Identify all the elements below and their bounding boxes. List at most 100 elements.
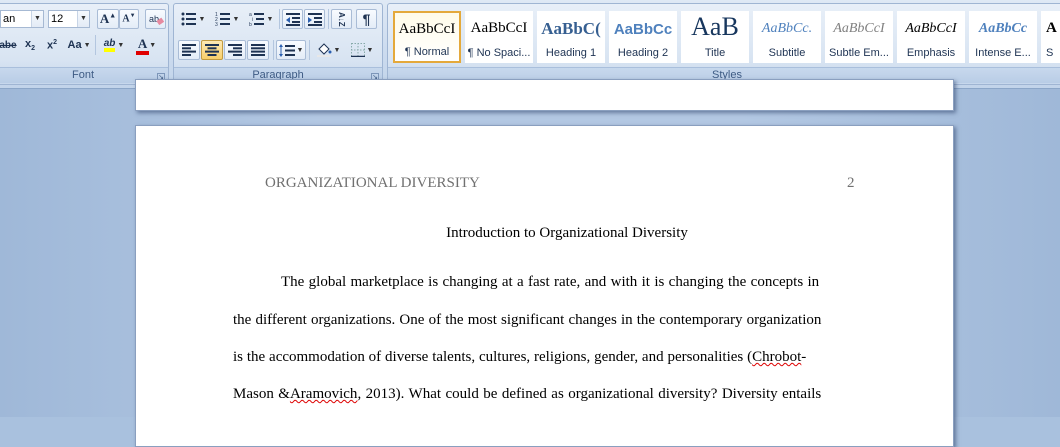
body-text: is the accommodation of diverse talents,… [233,349,753,365]
chevron-down-icon: ▼ [83,41,91,49]
svg-text:3: 3 [215,22,218,26]
chevron-down-icon[interactable]: ▼ [77,11,89,27]
numbering-button[interactable]: 123 ▼ [212,9,242,29]
multilevel-list-button[interactable]: aib ▼ [246,9,276,29]
document-page[interactable]: ORGANIZATIONAL DIVERSITY 2 Introduction … [135,125,954,447]
font-color-button[interactable]: A ▼ [132,35,162,55]
body-line: The global marketplace is changing at a … [281,274,820,290]
subscript-button[interactable]: x2 [20,35,40,55]
svg-text:i: i [252,17,253,23]
style-name: Intense E... [975,47,1031,59]
style-normal[interactable]: AaBbCcI ¶ Normal [393,11,461,63]
font-size-value: 12 [51,13,64,25]
paint-bucket-icon [316,43,332,57]
font-group: an ▼ 12 ▼ A▲ A▼ ab abe x2 x2 Aa ▼ ab ▼ A… [0,3,169,85]
show-marks-button[interactable]: ¶ [356,9,377,29]
numbering-icon: 123 [215,12,230,26]
shrink-font-button[interactable]: A▼ [119,9,139,29]
grow-font-button[interactable]: A▲ [97,9,119,29]
chevron-down-icon[interactable]: ▼ [31,11,43,27]
align-right-button[interactable] [224,40,246,60]
chevron-down-icon: ▼ [149,41,157,49]
document-title: Introduction to Organizational Diversity [446,225,688,241]
borders-icon [350,43,365,57]
grow-font-icon: A▲ [99,11,117,26]
svg-text:b: b [249,22,252,26]
style-name: Heading 1 [545,47,597,59]
multilevel-list-icon: aib [249,12,264,26]
page-number: 2 [847,175,855,191]
style-preview: AaBbCcI [470,20,528,36]
align-left-icon [182,44,196,56]
body-text: , 2013). What could be defined as organi… [357,386,822,402]
styles-group: AaBbCcI ¶ Normal AaBbCcI ¶ No Spaci... A… [387,3,1060,85]
highlight-button[interactable]: ab ▼ [99,35,129,55]
bullets-button[interactable]: ▼ [178,9,208,29]
strikethrough-button[interactable]: abe [0,35,18,55]
shading-button[interactable]: ▼ [312,40,344,60]
divider [309,40,310,60]
align-left-button[interactable] [178,40,200,60]
ribbon: an ▼ 12 ▼ A▲ A▼ ab abe x2 x2 Aa ▼ ab ▼ A… [0,0,1060,89]
borders-button[interactable]: ▼ [346,40,378,60]
justify-button[interactable] [247,40,269,60]
sort-button[interactable]: A↓Z [331,9,352,29]
style-heading-1[interactable]: AaBbC( Heading 1 [537,11,605,63]
style-heading-2[interactable]: AaBbCc Heading 2 [609,11,677,63]
body-text: Mason & [233,386,290,402]
style-title[interactable]: AaB Title [681,11,749,63]
font-name-combo[interactable]: an ▼ [0,10,44,28]
highlighter-icon: ab [103,38,116,52]
style-subtle-emphasis[interactable]: AaBbCcI Subtle Em... [825,11,893,63]
align-right-icon [228,44,242,56]
style-intense-emphasis[interactable]: AaBbCc Intense E... [969,11,1037,63]
sort-icon: A↓Z [337,11,346,27]
body-line: the different organizations. One of the … [233,312,822,328]
divider [95,35,96,55]
divider [273,40,274,60]
body-line: Mason &Aramovich, 2013). What could be d… [233,386,821,403]
previous-page[interactable] [135,79,954,111]
line-spacing-button[interactable]: ▼ [276,40,306,60]
style-name: Heading 2 [617,47,669,59]
decrease-indent-button[interactable] [282,9,303,29]
style-preview: AaBbCc [613,21,673,38]
style-name: Title [704,47,726,59]
clear-formatting-button[interactable]: ab [145,9,166,29]
shrink-font-icon: A▼ [122,13,136,25]
chevron-down-icon: ▼ [266,15,274,23]
style-name: S [1046,47,1054,59]
change-case-button[interactable]: Aa ▼ [65,35,93,55]
bullets-icon [181,12,196,26]
body-line: is the accommodation of diverse talents,… [233,349,806,366]
font-color-icon: A [135,36,150,55]
style-preview: AaBbCcI [905,21,957,36]
chevron-down-icon: ▼ [296,46,304,54]
style-name: Subtitle [768,47,806,59]
style-emphasis[interactable]: AaBbCcI Emphasis [897,11,965,63]
superscript-button[interactable]: x2 [42,35,62,55]
style-preview: AaBbCc. [761,21,813,36]
increase-indent-icon [307,12,322,26]
divider [279,9,280,29]
style-name: ¶ No Spaci... [467,47,531,59]
style-name: ¶ Normal [404,46,450,58]
style-preview: AaBbC( [541,19,601,38]
style-preview: AaBbCc [978,21,1028,36]
increase-indent-button[interactable] [304,9,325,29]
style-no-spacing[interactable]: AaBbCcI ¶ No Spaci... [465,11,533,63]
subscript-icon: x2 [24,37,36,53]
line-spacing-icon [278,43,295,57]
style-subtitle[interactable]: AaBbCc. Subtitle [753,11,821,63]
body-text: - [801,349,807,365]
decrease-indent-icon [285,12,300,26]
style-preview: AaBbCcI [833,21,885,36]
chevron-down-icon: ▼ [198,15,206,23]
style-preview: AaBbCcI [398,21,456,37]
font-size-combo[interactable]: 12 ▼ [48,10,90,28]
style-name: Emphasis [906,47,956,59]
style-preview: A [1046,20,1057,36]
align-center-button[interactable] [201,40,223,60]
style-strong[interactable]: A S [1041,11,1060,63]
align-center-icon [205,44,219,56]
